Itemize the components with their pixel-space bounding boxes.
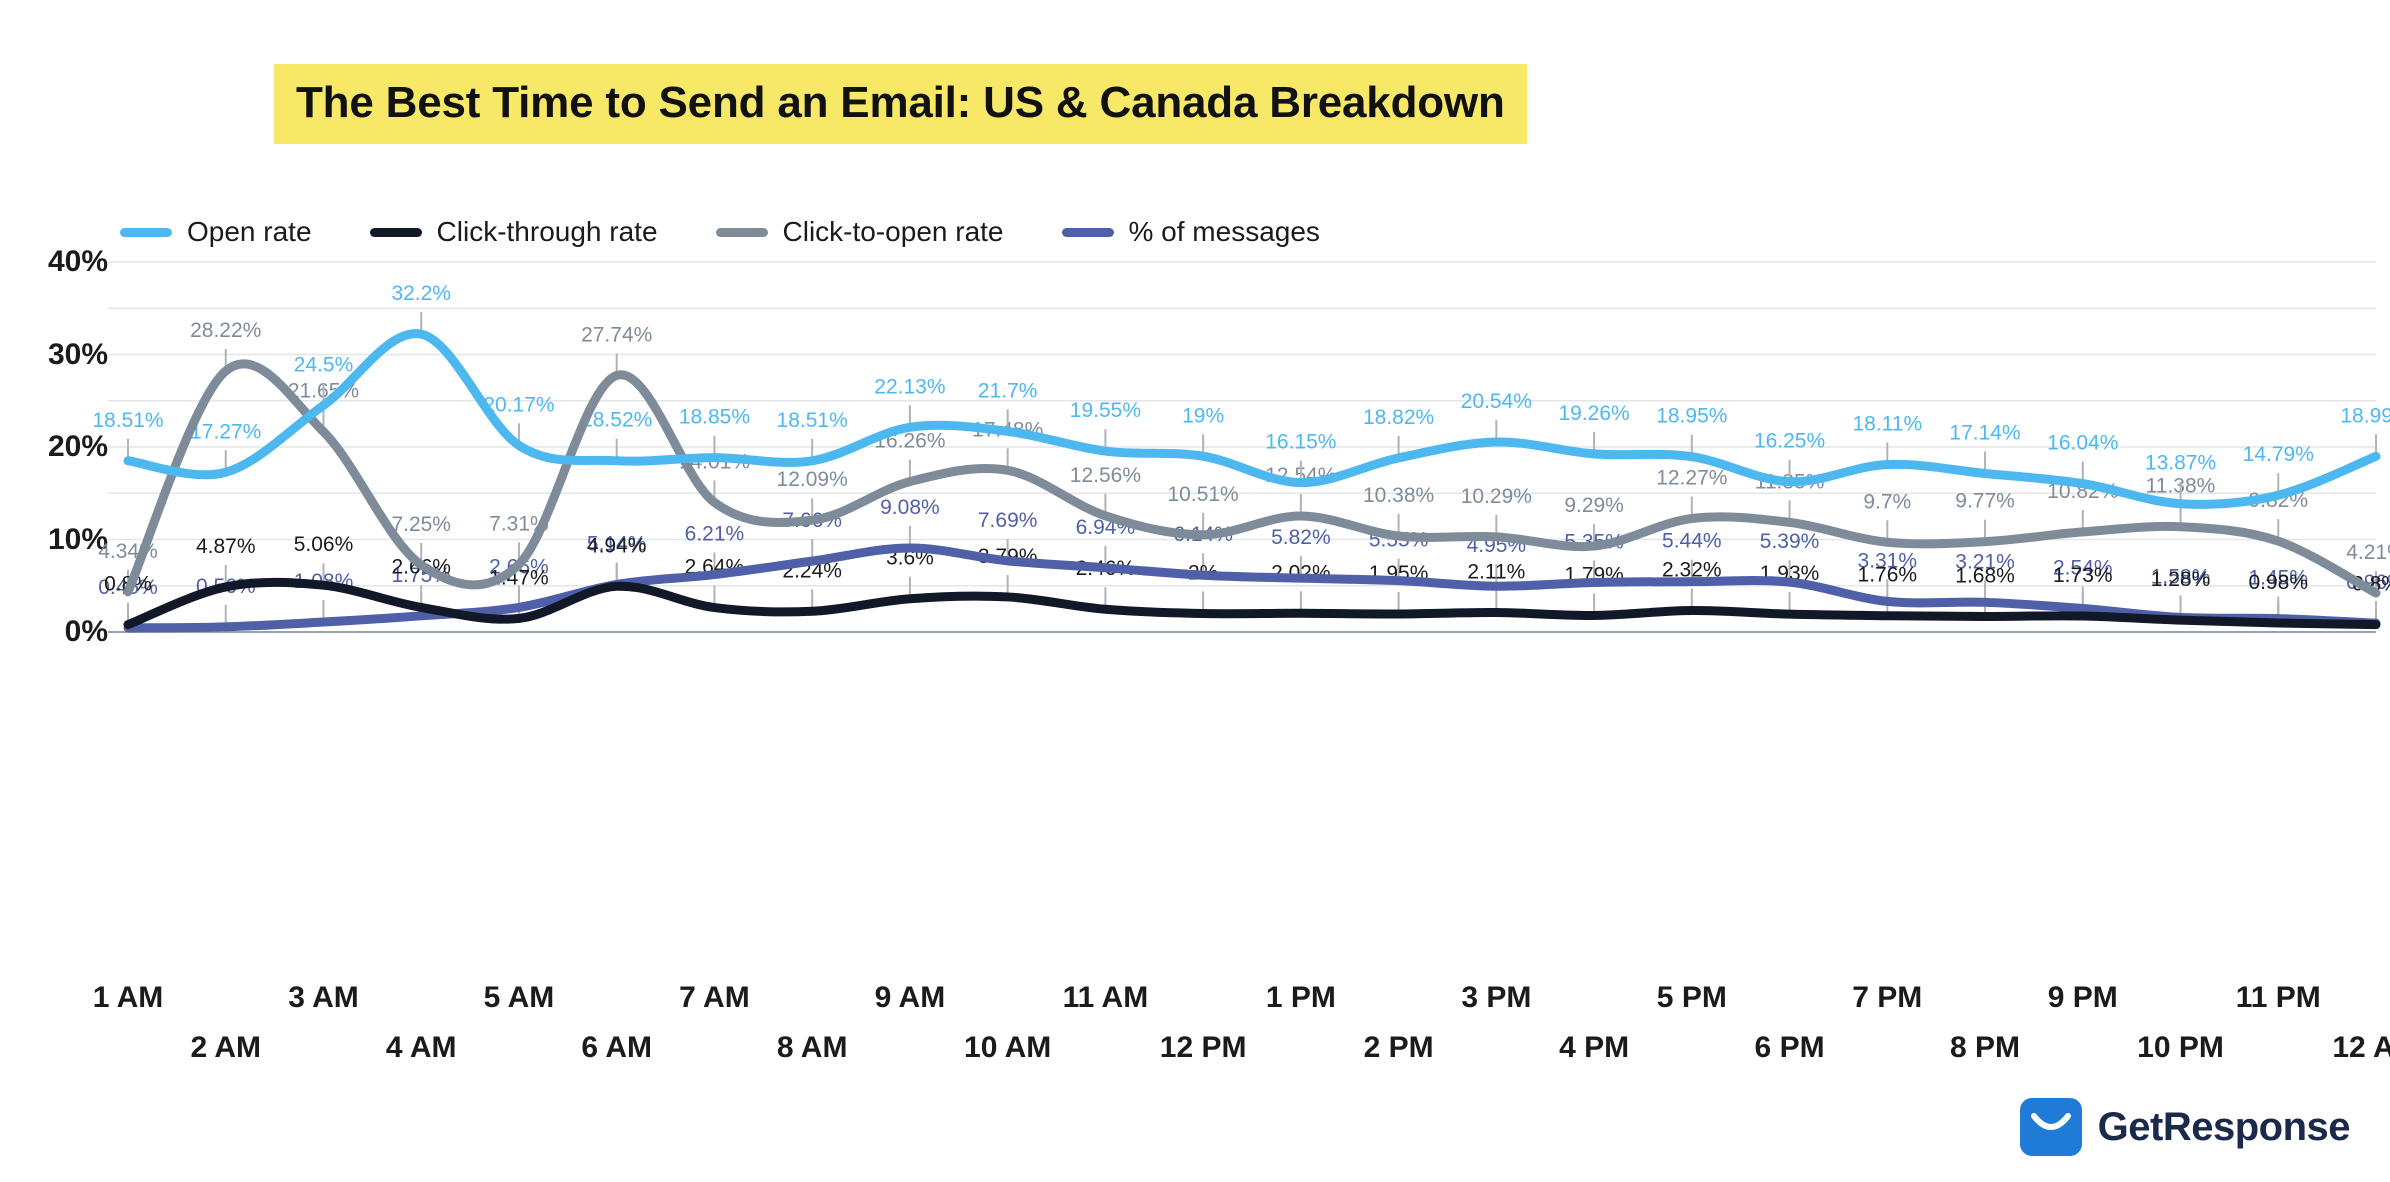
x-axis-tick: 2 AM	[190, 1031, 262, 1064]
legend-swatch	[715, 227, 768, 237]
legend-item-click-to-open-rate[interactable]: Click-to-open rate	[715, 216, 1004, 248]
data-label: 18.82%	[1363, 406, 1434, 429]
legend-item-click-through-rate[interactable]: Click-through rate	[369, 216, 658, 248]
data-label: 4.94%	[587, 534, 647, 557]
data-label: 1.28%	[2151, 568, 2211, 591]
data-label: 2.11%	[1467, 560, 1525, 583]
x-axis-tick: 4 AM	[385, 1031, 457, 1064]
x-axis-tick: 5 AM	[483, 981, 555, 1014]
x-axis-tick: 11 AM	[1062, 981, 1149, 1014]
x-axis-tick: 5 PM	[1656, 981, 1727, 1014]
data-label: 18.95%	[1656, 405, 1727, 428]
data-label: 5.06%	[294, 533, 354, 556]
legend-swatch	[369, 227, 422, 237]
x-axis-tick: 1 AM	[92, 981, 164, 1014]
legend-label: Open rate	[187, 216, 312, 247]
data-label: 21.7%	[978, 379, 1038, 402]
data-label: 19.55%	[1070, 399, 1141, 422]
chart-svg: 4.34%28.22%21.65%7.25% 7.31%27.74%14.01%1…	[92, 261, 2390, 633]
brand-name: GetResponse	[2097, 1104, 2351, 1149]
chart-plot-area: 4.34% 28.22% 21.65% 7.25% 7.31% 27.74% 14.01% 1…	[0, 250, 2390, 970]
x-axis-tick: 3 PM	[1461, 981, 1532, 1014]
legend-label: % of messages	[1128, 216, 1320, 247]
page-title: The Best Time to Send an Email: US & Can…	[274, 64, 1527, 144]
series-line-open-rate	[123, 329, 2381, 509]
data-label: 10.51%	[1168, 483, 1239, 506]
x-axis-tick: 12 AM	[2332, 1031, 2390, 1064]
x-axis-tick: 6 AM	[581, 1031, 652, 1064]
data-label: 16.04%	[2047, 432, 2118, 455]
data-label: 9.29%	[1564, 494, 1624, 517]
x-axis-tick: 7 PM	[1852, 981, 1923, 1014]
data-label: 9.08%	[880, 496, 940, 519]
data-label: 6.21%	[685, 523, 745, 546]
x-axis-tick: 10 PM	[2137, 1031, 2224, 1064]
data-label: 19%	[1182, 404, 1224, 427]
data-label: 5.82%	[1271, 526, 1331, 549]
data-label: 17.14%	[1949, 421, 2020, 444]
data-label: 10.29%	[1461, 485, 1532, 508]
data-label: 18.11%	[1852, 412, 1922, 435]
x-axis-tick: 1 PM	[1265, 981, 1336, 1014]
data-label: 16.15%	[1265, 431, 1336, 454]
data-label: 0.98%	[2248, 571, 2308, 594]
x-axis-tick: 2 PM	[1363, 1031, 1434, 1064]
data-label: 28.22%	[190, 319, 261, 342]
x-axis-tick: 8 AM	[776, 1031, 848, 1064]
x-axis-tick: 8 PM	[1950, 1031, 2021, 1064]
data-label: 12.56%	[1070, 464, 1141, 487]
data-label: 20.54%	[1461, 390, 1532, 413]
data-label: 32.2%	[391, 282, 451, 305]
legend-label: Click-through rate	[436, 216, 658, 247]
data-label: 1.68%	[1955, 564, 2015, 587]
data-label: 12.09%	[777, 468, 848, 491]
data-label: 19.26%	[1558, 402, 1629, 425]
x-axis-tick: 9 AM	[874, 981, 946, 1014]
x-axis-tick: 9 PM	[2047, 981, 2118, 1014]
data-label: 7.69%	[978, 509, 1038, 532]
x-axis-tick: 11 PM	[2235, 981, 2321, 1014]
legend-swatch	[1061, 227, 1114, 237]
title-banner: The Best Time to Send an Email: US & Can…	[274, 64, 1527, 144]
data-label: 12.27%	[1656, 467, 1727, 490]
data-label: 13.87%	[2145, 452, 2216, 475]
x-axis-tick: 4 PM	[1559, 1031, 1630, 1064]
x-axis-tick: 6 PM	[1754, 1031, 1825, 1064]
legend-swatch	[120, 227, 172, 237]
legend-item-of-messages[interactable]: % of messages	[1061, 216, 1320, 248]
data-label: 9.77%	[1955, 490, 2015, 513]
data-label: 22.13%	[874, 375, 945, 398]
data-label: 18.99%	[2340, 404, 2390, 427]
x-axis-tick: 3 AM	[288, 981, 359, 1014]
chart-legend: Open rate Click-through rate Click-to-open…	[120, 216, 1378, 248]
data-label: 4.21%	[2346, 541, 2390, 564]
x-axis-tick: 10 AM	[964, 1031, 1052, 1064]
data-label: 1.76%	[1858, 564, 1918, 587]
data-label: 9.7%	[1863, 490, 1911, 513]
legend-label: Click-to-open rate	[782, 216, 1004, 247]
data-label: 27.74%	[581, 323, 652, 346]
data-label: 4.87%	[196, 535, 256, 558]
x-axis: 1 AM 2 AM 3 AM 4 AM 5 AM 6 AM 7 AM 8 AM 9 AM 10 A…	[0, 975, 2390, 1095]
data-label: 7.25%	[391, 513, 451, 536]
data-label: 18.51%	[777, 409, 848, 432]
x-axis-tick: 12 PM	[1159, 1031, 1247, 1064]
data-label: 18.51%	[92, 409, 163, 432]
data-label: 1.73%	[2053, 564, 2113, 587]
data-label: 5.39%	[1760, 530, 1820, 553]
data-label: 24.5%	[294, 353, 354, 376]
data-label: 16.25%	[1754, 430, 1825, 453]
data-label: 10.38%	[1363, 484, 1434, 507]
x-axis-tick: 7 AM	[679, 981, 750, 1014]
data-label: 18.85%	[679, 406, 750, 429]
data-label: 14.79%	[2243, 443, 2314, 466]
brand-logo: GetResponse	[2019, 1098, 2351, 1156]
envelope-icon	[2019, 1098, 2082, 1156]
legend-item-open-rate[interactable]: Open rate	[120, 216, 312, 248]
data-label: 17.27%	[190, 420, 261, 443]
data-label: 5.44%	[1662, 530, 1722, 553]
